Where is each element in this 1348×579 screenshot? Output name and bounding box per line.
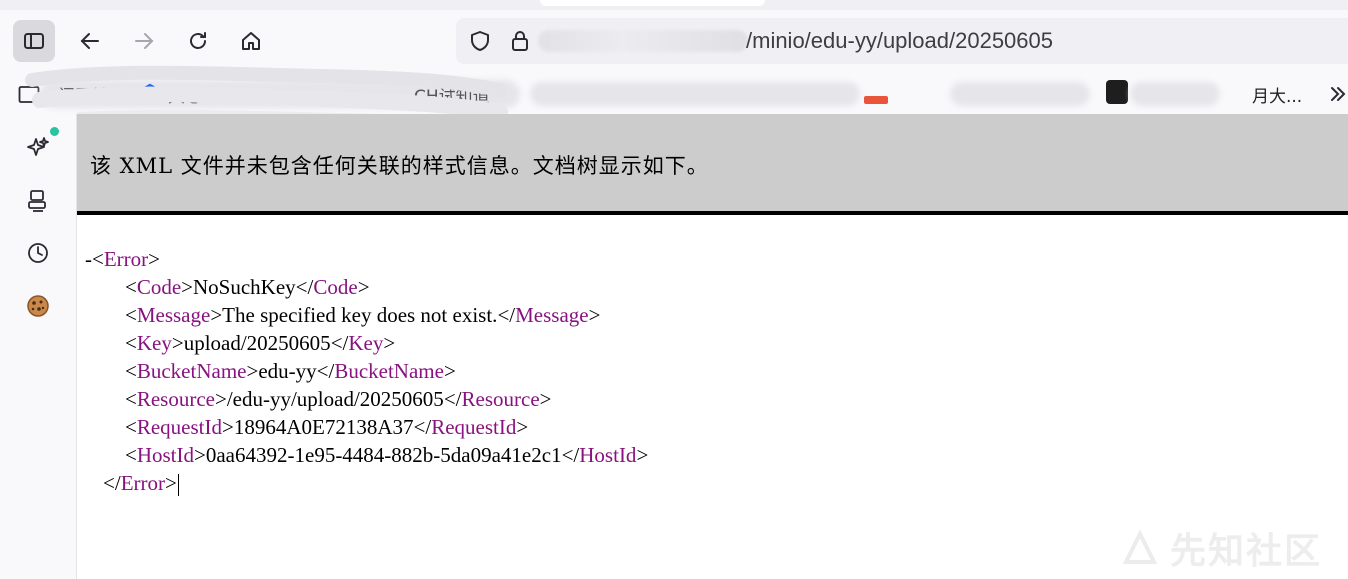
xml-value: NoSuchKey (193, 275, 296, 299)
lock-icon[interactable] (508, 29, 532, 53)
bookmark-item-2[interactable]: 文心一 (168, 82, 219, 107)
browser-toolbar: /minio/edu-yy/upload/20250605 (0, 0, 1348, 78)
home-icon (242, 32, 260, 50)
bookmark-favicon-red (864, 96, 888, 104)
page-content: 该 XML 文件并未包含任何关联的样式信息。文档树显示如下。 -<Error> … (77, 114, 1348, 579)
xml-element-resource: <Resource>/edu-yy/upload/20250605</Resou… (125, 387, 552, 411)
xml-style-info-text: 该 XML 文件并未包含任何关联的样式信息。文档树显示如下。 (90, 154, 709, 178)
reload-icon (190, 32, 206, 49)
xml-value: 18964A0E72138A37 (233, 415, 414, 439)
active-tab-edge[interactable] (540, 0, 765, 6)
watermark-text: 先知社区 (1170, 531, 1323, 572)
url-text[interactable]: /minio/edu-yy/upload/20250605 (746, 28, 1053, 54)
chevron-right-icon[interactable] (1326, 82, 1348, 106)
xml-value: 0aa64392-1e95-4484-882b-5da09a41e2c1 (205, 443, 562, 467)
history-clock-icon[interactable] (24, 239, 52, 267)
xml-value: edu-yy (258, 359, 317, 383)
status-dot (50, 127, 59, 136)
xml-value: upload/20250605 (183, 331, 331, 355)
bookmarks-bar: 门网址 文心一 CH试知道 月大... (0, 78, 1348, 114)
xml-tag-name: Error (103, 247, 149, 271)
bookmarks-redacted-mask-2 (530, 82, 860, 106)
cookie-icon[interactable] (24, 292, 52, 320)
folder-icon[interactable] (18, 84, 40, 104)
sidebar-toggle-button[interactable] (13, 20, 55, 62)
xml-element-hostid: <HostId>0aa64392-1e95-4484-882b-5da09a41… (125, 443, 649, 467)
xml-element-key: <Key>upload/20250605</Key> (125, 331, 396, 355)
back-button[interactable] (69, 20, 111, 62)
watermark-logo-icon (1122, 529, 1158, 564)
bookmark-favicon-icon (141, 83, 159, 103)
bookmarks-redacted-mask-3 (950, 82, 1090, 106)
xml-element-bucketname: <BucketName>edu-yy</BucketName> (125, 359, 456, 383)
sidebar-icon (24, 33, 44, 49)
bookmarks-redacted-mask-4 (1130, 82, 1220, 106)
shield-icon[interactable] (468, 29, 492, 53)
bookmark-item-3[interactable]: CH试知道 (414, 82, 490, 107)
bookmark-favicon-dark (1106, 80, 1128, 104)
tab-strip (0, 0, 1348, 10)
forward-button[interactable] (123, 20, 165, 62)
xml-element-code: <Code>NoSuchKey</Code> (125, 275, 370, 299)
bookmark-item-4[interactable]: 月大... (1252, 82, 1302, 107)
bookmark-item-1[interactable]: 门网址 (58, 82, 109, 107)
xml-value: /edu-yy/upload/20250605 (226, 387, 444, 411)
arrow-left-icon (80, 33, 99, 49)
collapse-toggle[interactable]: - (85, 247, 92, 271)
xml-style-info-banner: 该 XML 文件并未包含任何关联的样式信息。文档树显示如下。 (77, 114, 1348, 215)
url-redacted-mask (538, 30, 748, 52)
xml-root-open: -<Error> (85, 247, 160, 271)
reload-button[interactable] (177, 20, 219, 62)
arrow-right-icon (135, 33, 154, 49)
sparkle-ai-icon[interactable] (24, 134, 52, 162)
xml-document-tree: -<Error> <Code>NoSuchKey</Code> <Message… (85, 245, 648, 497)
xml-element-message: <Message>The specified key does not exis… (125, 303, 601, 327)
xml-value: The specified key does not exist. (222, 303, 498, 327)
address-bar[interactable]: /minio/edu-yy/upload/20250605 (456, 18, 1348, 64)
xml-element-requestid: <RequestId>18964A0E72138A37</RequestId> (125, 415, 529, 439)
text-caret (177, 474, 179, 497)
browser-sidebar (0, 114, 77, 579)
home-button[interactable] (230, 20, 272, 62)
synced-devices-icon[interactable] (24, 187, 52, 215)
xml-root-close: </Error> (103, 471, 179, 497)
